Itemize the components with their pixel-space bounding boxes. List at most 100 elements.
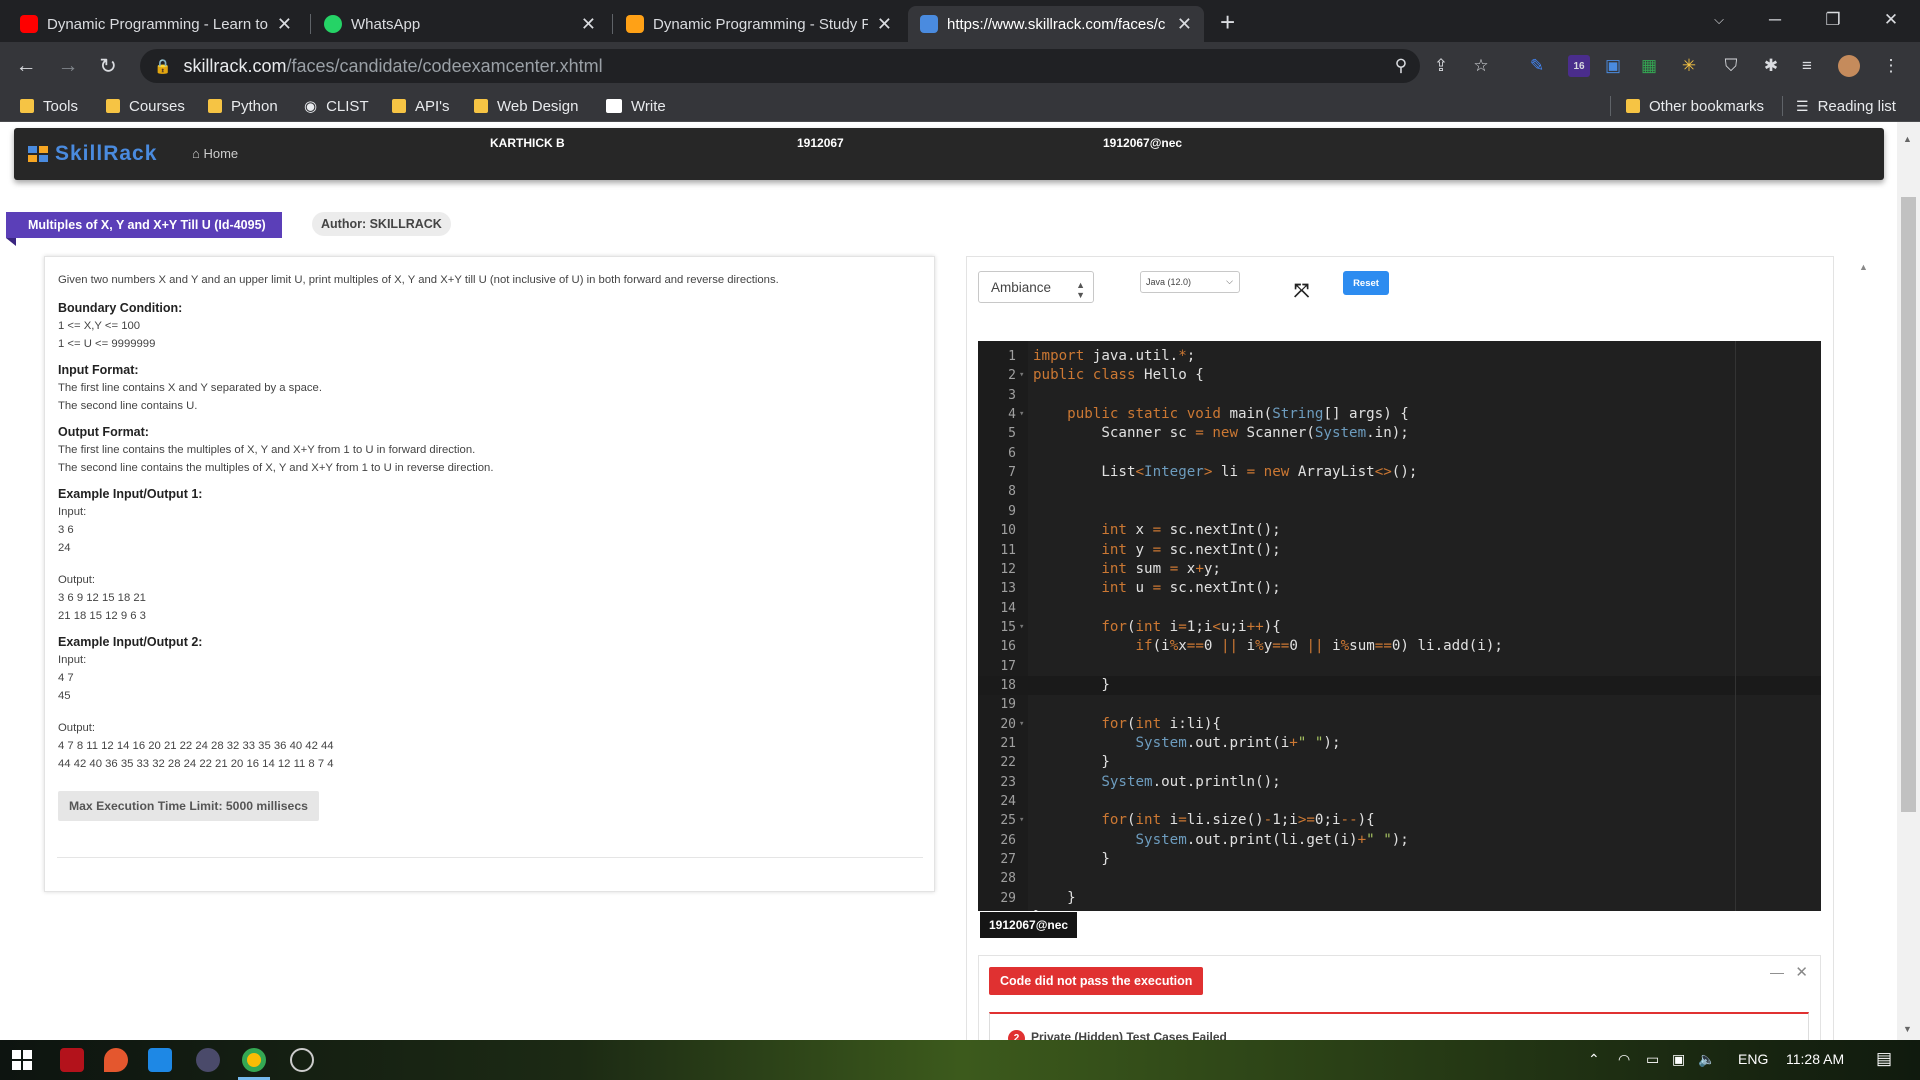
app-icon-flame[interactable] xyxy=(104,1048,128,1072)
battery-icon[interactable]: ▭ xyxy=(1646,1051,1659,1068)
zoom-icon[interactable]: ⚲ xyxy=(1390,55,1412,77)
menu-kebab-icon[interactable]: ⋮ xyxy=(1880,55,1902,77)
language-indicator[interactable]: ENG xyxy=(1738,1051,1768,1067)
app-icon-postgres[interactable] xyxy=(290,1048,314,1072)
code-line[interactable]: 3 xyxy=(978,386,1821,405)
code-line[interactable]: 6 xyxy=(978,444,1821,463)
bookmark-python[interactable]: Python xyxy=(208,95,278,117)
reading-list[interactable]: ☰ Reading list xyxy=(1796,95,1896,117)
back-icon[interactable]: ← xyxy=(12,52,40,80)
code-line[interactable]: 9 xyxy=(978,502,1821,521)
wifi-icon[interactable]: ◠ xyxy=(1618,1051,1630,1068)
close-tab-icon[interactable]: ✕ xyxy=(581,14,596,35)
code-line[interactable]: 28 xyxy=(978,869,1821,888)
forward-icon[interactable]: → xyxy=(54,52,82,80)
new-tab-icon[interactable]: + xyxy=(1220,7,1235,38)
extensions-puzzle-icon[interactable]: ✱ xyxy=(1760,55,1782,77)
close-tab-icon[interactable]: ✕ xyxy=(1177,14,1192,35)
chrome-icon[interactable] xyxy=(242,1048,266,1072)
volume-icon[interactable]: 🔈 xyxy=(1698,1051,1715,1068)
code-line[interactable]: 18 } xyxy=(978,675,1821,695)
scroll-up-icon[interactable]: ▲ xyxy=(1859,262,1868,272)
network-icon[interactable]: ▣ xyxy=(1672,1051,1685,1068)
code-line[interactable]: 20 ▾ for(int i:li){ xyxy=(978,715,1821,734)
close-tab-icon[interactable]: ✕ xyxy=(877,14,892,35)
windows-start-icon[interactable] xyxy=(12,1050,32,1070)
tray-chevron-icon[interactable]: ⌃ xyxy=(1588,1051,1600,1068)
profile-avatar[interactable] xyxy=(1838,55,1860,77)
bookmark-other[interactable]: Other bookmarks xyxy=(1626,95,1764,117)
app-icon-red[interactable] xyxy=(60,1048,84,1072)
page-scrollbar[interactable]: ▲ ▼ xyxy=(1897,122,1920,1040)
code-line[interactable]: 22 } xyxy=(978,753,1821,772)
code-line[interactable]: 24 xyxy=(978,792,1821,811)
close-window-icon[interactable]: ✕ xyxy=(1862,0,1920,40)
restore-icon[interactable]: ❐ xyxy=(1804,0,1862,40)
code-line[interactable]: 15 ▾ for(int i=1;i<u;i++){ xyxy=(978,618,1821,637)
code-line[interactable]: 2 ▾ public class Hello { xyxy=(978,366,1821,385)
code-line[interactable]: 21 System.out.print(i+" "); xyxy=(978,734,1821,753)
bookmark-clist[interactable]: ◉ CLIST xyxy=(304,95,369,117)
minimize-icon[interactable]: ─ xyxy=(1746,0,1804,40)
fullscreen-icon[interactable]: ⤧ xyxy=(1294,281,1309,303)
fold-toggle-icon[interactable]: ▾ xyxy=(1019,811,1024,830)
code-line[interactable]: 12 int sum = x+y; xyxy=(978,560,1821,579)
shield-icon[interactable]: ⛉ xyxy=(1720,55,1742,77)
vscode-icon[interactable] xyxy=(148,1048,172,1072)
code-line[interactable]: 17 xyxy=(978,657,1821,676)
clock[interactable]: 11:28 AM xyxy=(1786,1051,1844,1067)
code-line[interactable]: 27 } xyxy=(978,850,1821,869)
fold-toggle-icon[interactable]: ▾ xyxy=(1019,405,1024,424)
skillrack-logo[interactable]: SkillRack xyxy=(28,142,157,166)
fold-toggle-icon[interactable]: ▾ xyxy=(1019,618,1024,637)
address-bar[interactable]: 🔒 skillrack.com/faces/candidate/codeexam… xyxy=(140,49,1420,83)
code-line[interactable]: 19 xyxy=(978,695,1821,714)
close-tab-icon[interactable]: ✕ xyxy=(277,14,292,35)
code-line[interactable]: 26 System.out.print(li.get(i)+" "); xyxy=(978,831,1821,850)
code-line[interactable]: 16 if(i%x==0 || i%y==0 || i%sum==0) li.a… xyxy=(978,637,1821,656)
extension-badge-icon[interactable]: 16 xyxy=(1568,55,1590,77)
scroll-up-icon[interactable]: ▲ xyxy=(1903,134,1912,144)
code-line[interactable]: 30} xyxy=(978,908,1821,911)
share-icon[interactable]: ⇪ xyxy=(1430,55,1452,77)
notification-icon[interactable]: ▤ xyxy=(1876,1049,1892,1069)
media-control-icon[interactable]: ≡ xyxy=(1796,55,1818,77)
code-line[interactable]: 29 } xyxy=(978,889,1821,908)
language-select[interactable]: Java (12.0) ⌵ xyxy=(1140,271,1240,293)
bookmark-apis[interactable]: API's xyxy=(392,95,450,117)
tab-youtube[interactable]: Dynamic Programming - Learn to ✕ xyxy=(8,6,304,42)
bookmark-star-icon[interactable]: ☆ xyxy=(1470,55,1492,77)
app-icon-circle[interactable] xyxy=(196,1048,220,1072)
editor-panel-scrollbar[interactable]: ▲ xyxy=(1855,256,1871,1046)
code-line[interactable]: 7 List<Integer> li = new ArrayList<>(); xyxy=(978,463,1821,482)
extension-pen-icon[interactable]: ✎ xyxy=(1526,55,1548,77)
home-link[interactable]: ⌂ Home xyxy=(192,146,238,161)
extension-sheet-icon[interactable]: ▦ xyxy=(1638,55,1660,77)
code-line[interactable]: 11 int y = sc.nextInt(); xyxy=(978,541,1821,560)
scrollbar-thumb[interactable] xyxy=(1901,197,1916,812)
reload-icon[interactable]: ↻ xyxy=(94,52,122,80)
tab-whatsapp[interactable]: WhatsApp ✕ xyxy=(312,6,608,42)
bookmark-courses[interactable]: Courses xyxy=(106,95,185,117)
code-line[interactable]: 5 Scanner sc = new Scanner(System.in); xyxy=(978,424,1821,443)
fold-toggle-icon[interactable]: ▾ xyxy=(1019,715,1024,734)
bookmark-tools[interactable]: Tools xyxy=(20,95,78,117)
scroll-down-icon[interactable]: ▼ xyxy=(1903,1024,1912,1034)
tab-leetcode[interactable]: Dynamic Programming - Study Pl ✕ xyxy=(614,6,904,42)
reset-button[interactable]: Reset xyxy=(1343,271,1389,295)
code-line[interactable]: 23 System.out.println(); xyxy=(978,773,1821,792)
theme-select[interactable]: Ambiance ▲ ▼ xyxy=(978,271,1094,303)
code-line[interactable]: 25 ▾ for(int i=li.size()-1;i>=0;i--){ xyxy=(978,811,1821,830)
code-line[interactable]: 8 xyxy=(978,482,1821,501)
close-icon[interactable]: ✕ xyxy=(1795,963,1808,981)
code-line[interactable]: 1 import java.util.*; xyxy=(978,347,1821,366)
bookmark-write[interactable]: Write xyxy=(606,95,666,117)
code-line[interactable]: 14 xyxy=(978,599,1821,618)
extension-copy-icon[interactable]: ▣ xyxy=(1602,55,1624,77)
tab-skillrack[interactable]: https://www.skillrack.com/faces/c ✕ xyxy=(908,6,1204,42)
code-line[interactable]: 4 ▾ public static void main(String[] args… xyxy=(978,405,1821,424)
bookmark-web-design[interactable]: Web Design xyxy=(474,95,578,117)
fold-toggle-icon[interactable]: ▾ xyxy=(1019,366,1024,385)
code-line[interactable]: 13 int u = sc.nextInt(); xyxy=(978,579,1821,598)
extension-sun-icon[interactable]: ✳ xyxy=(1678,55,1700,77)
